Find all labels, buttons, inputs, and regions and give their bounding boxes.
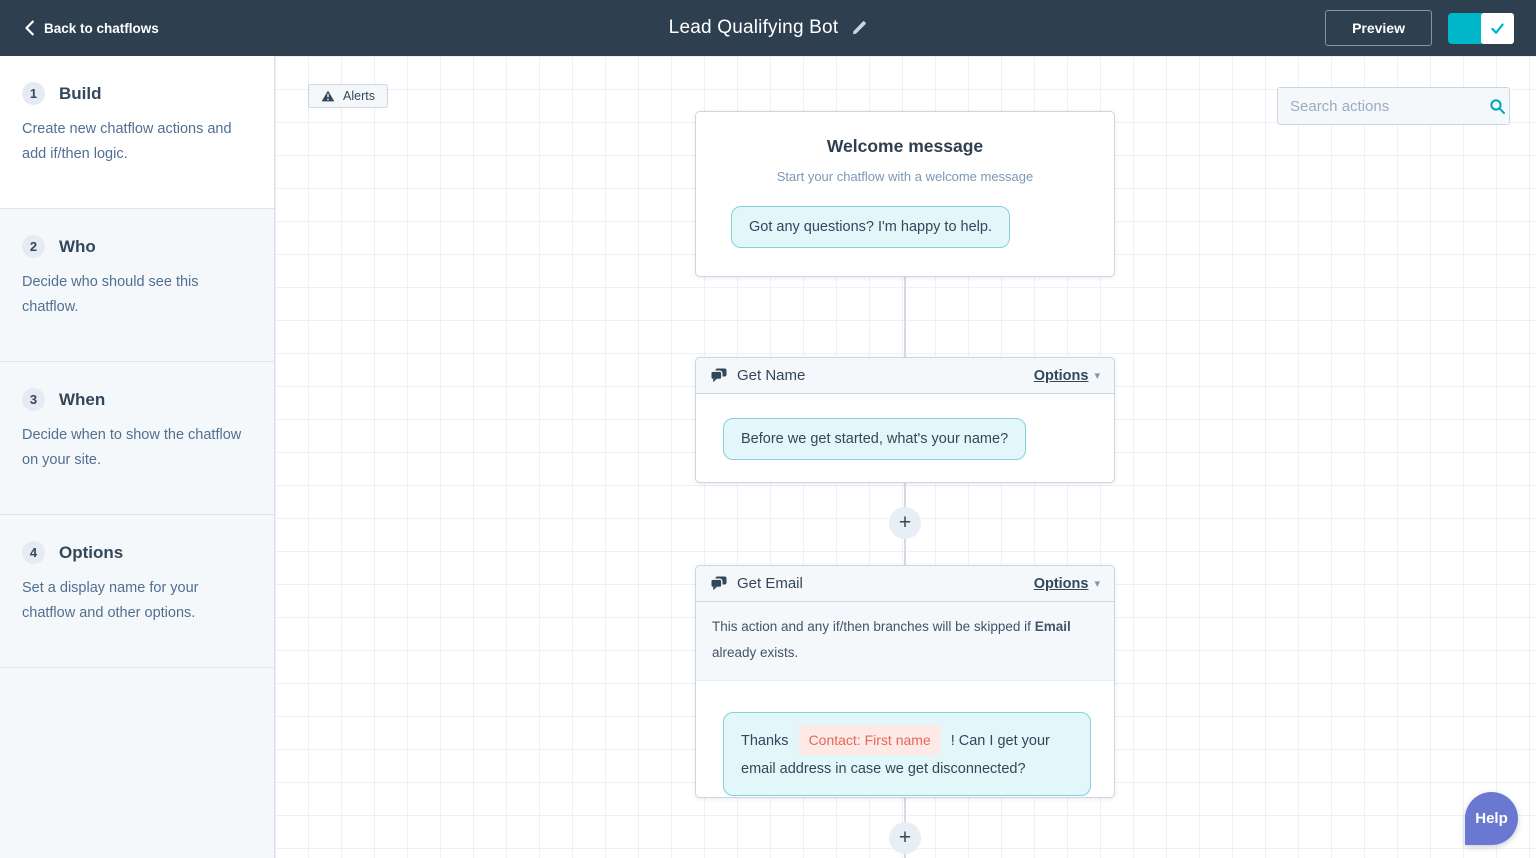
get-name-chat-bubble[interactable]: Before we get started, what's your name?	[723, 418, 1026, 460]
node-title: Welcome message	[696, 136, 1114, 157]
sidebar-step-options[interactable]: 4 Options Set a display name for your ch…	[0, 515, 274, 668]
step-title: Build	[59, 84, 102, 104]
chevron-left-icon	[24, 20, 35, 36]
options-label: Options	[1034, 368, 1089, 384]
get-email-options-link[interactable]: Options ▾	[1034, 576, 1100, 592]
steps-sidebar: 1 Build Create new chatflow actions and …	[0, 56, 275, 858]
alerts-button[interactable]: Alerts	[308, 84, 388, 108]
node-header: Get Name Options ▾	[696, 358, 1114, 394]
alerts-label: Alerts	[343, 89, 375, 103]
add-action-button[interactable]: +	[889, 822, 921, 854]
step-description: Decide who should see this chatflow.	[22, 270, 252, 320]
get-name-node[interactable]: Get Name Options ▾ Before we get started…	[695, 357, 1115, 483]
chatflow-status-toggle[interactable]	[1448, 13, 1514, 44]
node-header: Get Email Options ▾	[696, 566, 1114, 602]
chat-bubbles-icon	[710, 368, 727, 383]
step-description: Set a display name for your chatflow and…	[22, 576, 252, 626]
node-title: Get Name	[737, 367, 805, 384]
step-description: Decide when to show the chatflow on your…	[22, 423, 252, 473]
step-number-badge: 4	[22, 541, 45, 564]
title-area: Lead Qualifying Bot	[0, 0, 1536, 56]
step-number-badge: 3	[22, 388, 45, 411]
get-name-options-link[interactable]: Options ▾	[1034, 368, 1100, 384]
step-number-badge: 2	[22, 235, 45, 258]
step-title: Who	[59, 237, 96, 257]
check-icon	[1490, 22, 1505, 35]
get-email-node[interactable]: Get Email Options ▾ This action and any …	[695, 565, 1115, 798]
edit-pencil-icon[interactable]	[851, 20, 867, 36]
step-description: Create new chatflow actions and add if/t…	[22, 117, 252, 167]
flow-canvas[interactable]: Alerts Welcome message Start your chatfl…	[275, 56, 1536, 858]
chat-bubbles-icon	[710, 576, 727, 591]
chevron-down-icon: ▾	[1094, 369, 1100, 382]
message-prefix: Thanks	[741, 733, 789, 749]
back-to-chatflows-link[interactable]: Back to chatflows	[24, 20, 159, 36]
node-title: Get Email	[737, 575, 803, 592]
preview-button[interactable]: Preview	[1325, 10, 1432, 46]
sidebar-step-who[interactable]: 2 Who Decide who should see this chatflo…	[0, 209, 274, 362]
page-title: Lead Qualifying Bot	[669, 17, 839, 39]
chevron-down-icon: ▾	[1094, 577, 1100, 590]
search-icon[interactable]	[1489, 98, 1506, 115]
personalization-token[interactable]: Contact: First name	[799, 725, 941, 755]
warning-triangle-icon	[321, 90, 335, 102]
help-button[interactable]: Help	[1465, 792, 1518, 845]
search-actions-input[interactable]	[1290, 98, 1489, 115]
sidebar-step-build[interactable]: 1 Build Create new chatflow actions and …	[0, 56, 274, 209]
step-title: Options	[59, 543, 123, 563]
skip-condition-note: This action and any if/then branches wil…	[696, 602, 1114, 681]
step-title: When	[59, 390, 105, 410]
step-number-badge: 1	[22, 82, 45, 105]
welcome-chat-bubble[interactable]: Got any questions? I'm happy to help.	[731, 206, 1010, 248]
note-bold-field: Email	[1035, 619, 1071, 634]
add-action-button[interactable]: +	[889, 507, 921, 539]
back-to-chatflows-label: Back to chatflows	[44, 21, 159, 36]
toggle-knob	[1481, 13, 1514, 44]
top-navbar: Back to chatflows Lead Qualifying Bot Pr…	[0, 0, 1536, 56]
search-actions-box	[1277, 87, 1510, 125]
sidebar-filler	[0, 668, 274, 858]
sidebar-step-when[interactable]: 3 When Decide when to show the chatflow …	[0, 362, 274, 515]
welcome-message-node[interactable]: Welcome message Start your chatflow with…	[695, 111, 1115, 277]
get-email-chat-bubble[interactable]: ThanksContact: First name! Can I get you…	[723, 712, 1091, 796]
options-label: Options	[1034, 576, 1089, 592]
navbar-actions: Preview	[1325, 10, 1514, 46]
node-subtitle: Start your chatflow with a welcome messa…	[696, 169, 1114, 184]
